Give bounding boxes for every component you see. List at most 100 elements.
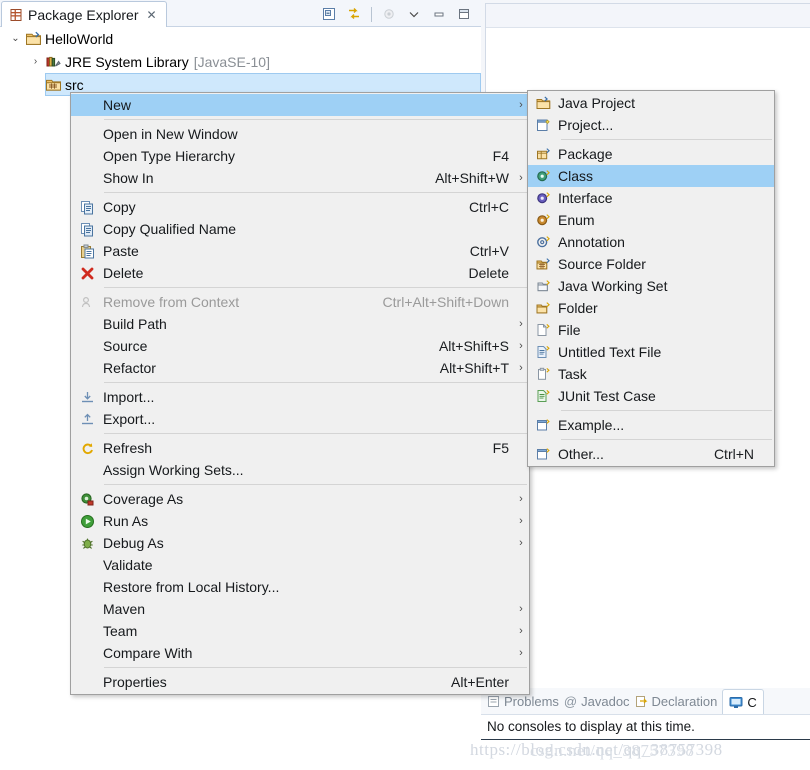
menu-item-assign-working-sets-label: Assign Working Sets... bbox=[103, 462, 244, 478]
menu-item-paste[interactable]: Paste Ctrl+V › bbox=[71, 240, 529, 262]
class-icon bbox=[528, 165, 558, 187]
view-menu-icon[interactable] bbox=[403, 4, 425, 25]
enum-icon bbox=[528, 209, 558, 231]
submenu-item-interface-label: Interface bbox=[558, 190, 612, 206]
submenu-item-untitled-text-file-label: Untitled Text File bbox=[558, 344, 661, 360]
menu-item-maven[interactable]: Maven › bbox=[71, 598, 529, 620]
bottom-panel: Problems @ Javadoc Declaration C No cons… bbox=[481, 688, 810, 770]
menu-item-copy[interactable]: Copy Ctrl+C › bbox=[71, 196, 529, 218]
other-icon bbox=[528, 443, 558, 465]
context-menu: New › Open in New Window › Open Type Hie… bbox=[70, 92, 530, 695]
menu-item-refactor-accel: Alt+Shift+T bbox=[440, 360, 513, 376]
tree-item-jre-system-library[interactable]: › JRE System Library [JavaSE-10] bbox=[0, 50, 481, 73]
java-project-icon bbox=[23, 31, 43, 46]
menu-item-import[interactable]: Import... › bbox=[71, 386, 529, 408]
submenu-arrow-icon: › bbox=[513, 647, 529, 659]
menu-item-copy-qualified-name[interactable]: Copy Qualified Name › bbox=[71, 218, 529, 240]
menu-item-run-as[interactable]: Run As › bbox=[71, 510, 529, 532]
java-project-icon bbox=[528, 92, 558, 114]
submenu-item-folder[interactable]: Folder › bbox=[528, 297, 774, 319]
console-icon bbox=[729, 696, 743, 709]
collapse-all-icon[interactable] bbox=[318, 4, 340, 25]
chevron-right-icon[interactable]: › bbox=[28, 56, 43, 67]
submenu-item-example-label: Example... bbox=[558, 417, 624, 433]
tree-item-helloworld[interactable]: ⌄ HelloWorld bbox=[0, 27, 481, 50]
menu-item-assign-working-sets[interactable]: Assign Working Sets... › bbox=[71, 459, 529, 481]
tree-item-helloworld-label: HelloWorld bbox=[45, 31, 113, 47]
menu-item-export[interactable]: Export... › bbox=[71, 408, 529, 430]
menu-item-compare-with[interactable]: Compare With › bbox=[71, 642, 529, 664]
tab-problems[interactable]: Problems bbox=[487, 694, 559, 709]
menu-item-debug-as[interactable]: Debug As › bbox=[71, 532, 529, 554]
menu-item-open-in-new-window[interactable]: Open in New Window › bbox=[71, 123, 529, 145]
close-icon[interactable]: ✕ bbox=[147, 8, 157, 22]
submenu-item-java-project-label: Java Project bbox=[558, 95, 635, 111]
menu-item-coverage-as-label: Coverage As bbox=[103, 491, 183, 507]
menu-item-coverage-as[interactable]: Coverage As › bbox=[71, 488, 529, 510]
menu-item-delete[interactable]: Delete Delete › bbox=[71, 262, 529, 284]
menu-item-team-icon bbox=[71, 620, 103, 642]
export-icon bbox=[71, 408, 103, 430]
submenu-item-interface[interactable]: Interface › bbox=[528, 187, 774, 209]
menu-item-show-in[interactable]: Show In Alt+Shift+W › bbox=[71, 167, 529, 189]
submenu-item-java-project[interactable]: Java Project › bbox=[528, 92, 774, 114]
menu-item-build-path[interactable]: Build Path › bbox=[71, 313, 529, 335]
tab-package-explorer[interactable]: Package Explorer ✕ bbox=[1, 1, 167, 27]
tree-item-jre-version: [JavaSE-10] bbox=[194, 54, 270, 70]
submenu-item-task[interactable]: Task › bbox=[528, 363, 774, 385]
submenu-item-enum-label: Enum bbox=[558, 212, 595, 228]
import-icon bbox=[71, 386, 103, 408]
menu-item-open-type-hierarchy[interactable]: Open Type Hierarchy F4 › bbox=[71, 145, 529, 167]
minimize-icon[interactable] bbox=[428, 4, 450, 25]
focus-on-active-task-icon[interactable] bbox=[378, 4, 400, 25]
menu-item-refresh-label: Refresh bbox=[103, 440, 152, 456]
submenu-item-annotation[interactable]: Annotation › bbox=[528, 231, 774, 253]
chevron-down-icon[interactable]: ⌄ bbox=[8, 33, 23, 44]
menu-item-new[interactable]: New › bbox=[71, 94, 529, 116]
menu-item-compare-with-icon bbox=[71, 642, 103, 664]
submenu-item-java-working-set[interactable]: Java Working Set › bbox=[528, 275, 774, 297]
submenu-item-file[interactable]: File › bbox=[528, 319, 774, 341]
submenu-item-annotation-label: Annotation bbox=[558, 234, 625, 250]
menu-item-refactor[interactable]: Refactor Alt+Shift+T › bbox=[71, 357, 529, 379]
submenu-item-junit-test-case[interactable]: JUnit Test Case › bbox=[528, 385, 774, 407]
tab-declaration[interactable]: Declaration bbox=[635, 694, 718, 709]
submenu-item-source-folder[interactable]: Source Folder › bbox=[528, 253, 774, 275]
menu-item-properties-icon bbox=[71, 671, 103, 693]
junit-test-case-icon bbox=[528, 385, 558, 407]
submenu-item-other[interactable]: Other... Ctrl+N › bbox=[528, 443, 774, 465]
submenu-item-enum[interactable]: Enum › bbox=[528, 209, 774, 231]
menu-item-refresh-accel: F5 bbox=[493, 440, 513, 456]
submenu-item-example[interactable]: Example... › bbox=[528, 414, 774, 436]
menu-item-open-type-hierarchy-label: Open Type Hierarchy bbox=[103, 148, 235, 164]
run-icon bbox=[71, 510, 103, 532]
submenu-item-project[interactable]: Project... › bbox=[528, 114, 774, 136]
menu-item-open-in-new-window-label: Open in New Window bbox=[103, 126, 238, 142]
java-working-set-icon bbox=[528, 275, 558, 297]
tree-item-src-label: src bbox=[65, 77, 84, 93]
file-icon bbox=[528, 319, 558, 341]
menu-item-validate[interactable]: Validate › bbox=[71, 554, 529, 576]
menu-separator bbox=[104, 382, 527, 383]
menu-item-refresh[interactable]: Refresh F5 › bbox=[71, 437, 529, 459]
menu-item-properties[interactable]: Properties Alt+Enter › bbox=[71, 671, 529, 693]
menu-item-source[interactable]: Source Alt+Shift+S › bbox=[71, 335, 529, 357]
menu-separator bbox=[104, 287, 527, 288]
submenu-item-package[interactable]: Package › bbox=[528, 143, 774, 165]
tab-javadoc[interactable]: @ Javadoc bbox=[564, 694, 630, 709]
menu-item-team[interactable]: Team › bbox=[71, 620, 529, 642]
menu-item-maven-label: Maven bbox=[103, 601, 145, 617]
submenu-separator bbox=[561, 439, 772, 440]
maximize-icon[interactable] bbox=[453, 4, 475, 25]
submenu-item-class[interactable]: Class › bbox=[528, 165, 774, 187]
package-explorer-tabbar: Package Explorer ✕ bbox=[0, 0, 481, 27]
submenu-item-untitled-text-file[interactable]: Untitled Text File › bbox=[528, 341, 774, 363]
bottom-panel-tabs: Problems @ Javadoc Declaration C bbox=[481, 688, 810, 714]
menu-item-restore-from-local-history[interactable]: Restore from Local History... › bbox=[71, 576, 529, 598]
link-with-editor-icon[interactable] bbox=[343, 4, 365, 25]
submenu-item-source-folder-label: Source Folder bbox=[558, 256, 646, 272]
eclipse-workbench: Problems @ Javadoc Declaration C No cons… bbox=[0, 0, 810, 770]
submenu-separator bbox=[561, 410, 772, 411]
menu-item-paste-label: Paste bbox=[103, 243, 139, 259]
tab-console[interactable]: C bbox=[722, 689, 763, 714]
